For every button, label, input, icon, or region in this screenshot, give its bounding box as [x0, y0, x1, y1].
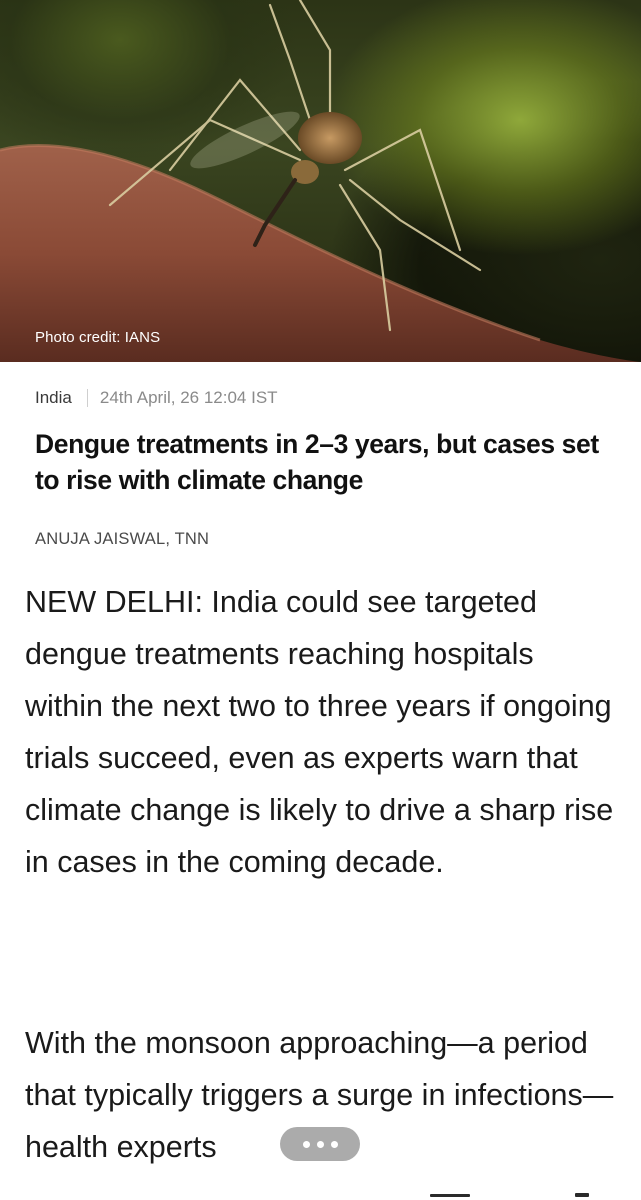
article-paragraph: NEW DELHI: India could see targeted deng… — [25, 585, 614, 879]
ellipsis-icon — [316, 1140, 324, 1148]
publish-date: 24th April, 26 12:04 IST — [99, 388, 278, 407]
bottom-toolbar-peek — [430, 1194, 470, 1197]
more-options-button[interactable] — [280, 1127, 360, 1161]
ellipsis-icon — [330, 1140, 338, 1148]
bottom-toolbar-peek — [575, 1193, 589, 1197]
section-link[interactable]: India — [35, 388, 72, 408]
article-byline: ANUJA JAISWAL, TNN — [35, 530, 210, 548]
ellipsis-icon — [302, 1140, 310, 1148]
article-headline: Dengue treatments in 2–3 years, but case… — [35, 429, 599, 495]
meta-divider — [86, 389, 88, 407]
mosquito-photo — [0, 0, 641, 362]
article-card: India 24th April, 26 12:04 IST Dengue tr… — [0, 362, 641, 1200]
article-meta: India 24th April, 26 12:04 IST — [35, 388, 278, 408]
photo-credit: Photo credit: IANS — [35, 329, 161, 346]
hero-image[interactable]: Photo credit: IANS — [0, 0, 641, 362]
